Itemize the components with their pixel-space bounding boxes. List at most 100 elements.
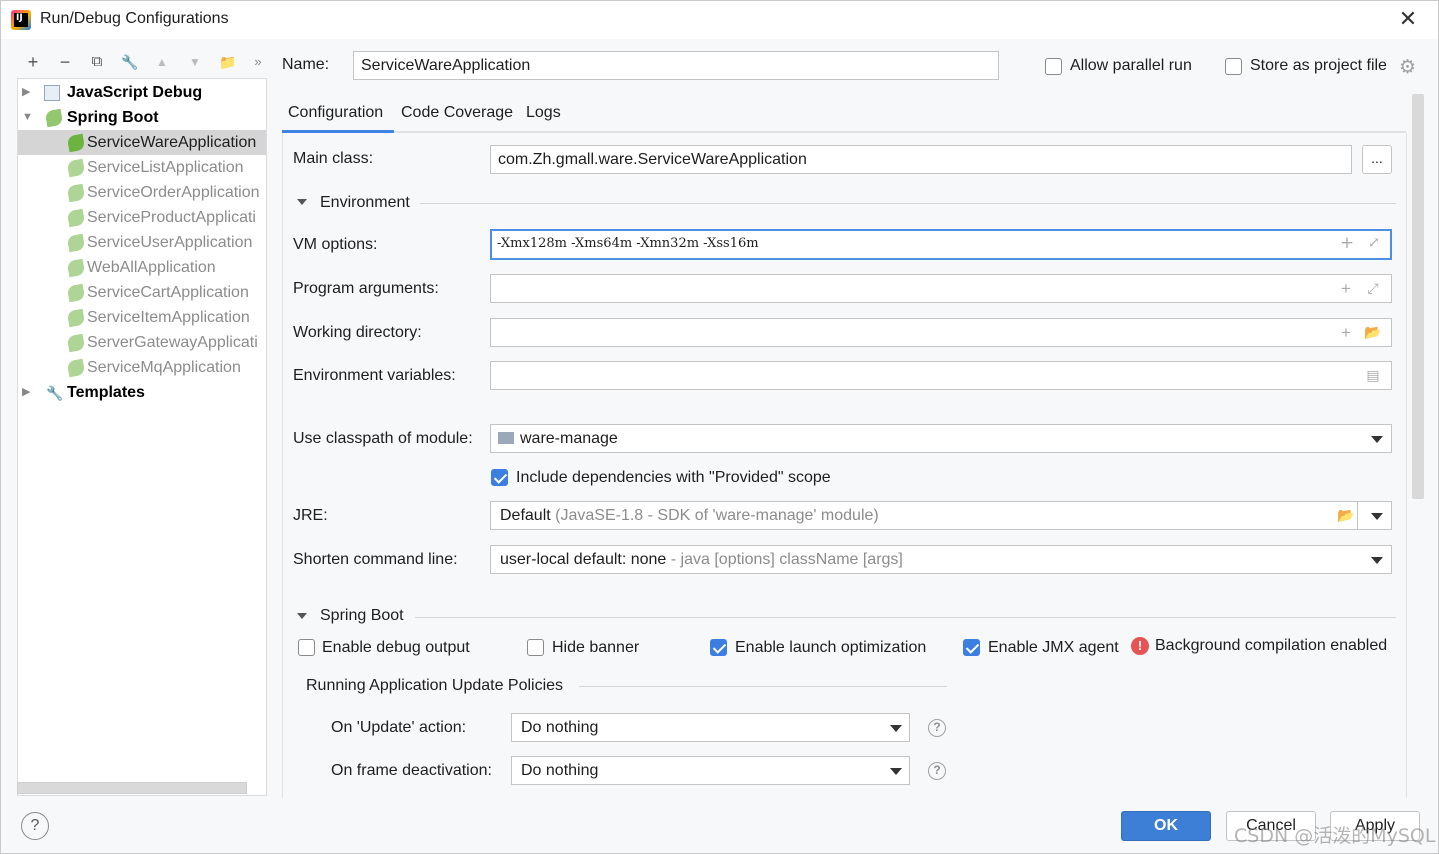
ok-button[interactable]: OK [1121,811,1211,841]
spring-boot-icon [44,108,64,128]
tree-group-spring-boot[interactable]: ▼ Spring Boot [18,105,266,130]
tree-item[interactable]: ServiceUserApplication [18,230,266,255]
tree-item[interactable]: ServiceItemApplication [18,305,266,330]
store-as-project-file-label: Store as project file [1250,57,1387,74]
chevron-down-icon[interactable] [1371,436,1383,443]
environment-separator [420,203,1396,204]
gear-icon[interactable]: ⚙ [1399,56,1416,79]
spring-boot-separator [415,617,1396,618]
tab-logs[interactable]: Logs [526,104,561,122]
tree-item[interactable]: ServiceProductApplicati [18,205,266,230]
module-folder-icon [498,432,514,444]
help-icon[interactable]: ? [928,719,946,737]
name-input[interactable]: ServiceWareApplication [353,51,999,80]
add-icon[interactable]: + [1338,231,1356,256]
enable-jmx-agent-label: Enable JMX agent [988,639,1119,656]
copy-configuration-icon[interactable]: ⧉ [85,49,109,75]
wrench-icon[interactable]: 🔧 [118,49,142,75]
expand-icon[interactable]: ⤢ [1365,231,1383,256]
chevron-down-icon[interactable] [890,768,902,775]
edit-list-icon[interactable]: ▤ [1364,362,1382,389]
environment-collapse-icon[interactable] [297,199,307,205]
spring-boot-app-icon [66,283,86,303]
move-up-icon[interactable]: ▲ [150,49,174,75]
spring-boot-app-icon [66,183,86,203]
spring-boot-collapse-icon[interactable] [297,613,307,619]
close-icon[interactable]: ✕ [1396,7,1420,31]
vm-options-value: -Xmx128m -Xms64m -Xmn32m -Xss16m [497,236,759,251]
tab-code-coverage[interactable]: Code Coverage [401,104,513,122]
chevron-down-icon[interactable] [890,725,902,732]
jre-label: JRE: [293,507,328,524]
error-icon: ! [1131,637,1149,655]
folder-icon[interactable]: 📂 [1364,319,1382,346]
tree-item[interactable]: ServiceWareApplication [18,130,266,155]
folder-icon[interactable]: 📂 [1337,502,1355,529]
shorten-command-line-dropdown[interactable]: user-local default: none - java [options… [490,545,1392,574]
help-icon[interactable]: ? [928,762,946,780]
tree-item-label: ServerGatewayApplicati [87,334,258,351]
enable-jmx-agent-checkbox[interactable] [963,639,980,656]
configuration-tree: ▶ JavaScript Debug ▼ Spring Boot Service… [17,78,267,796]
collapse-arrow-icon[interactable]: ▼ [22,105,34,130]
add-icon[interactable]: + [1337,319,1355,346]
tree-item-label: ServiceUserApplication [87,234,253,251]
jre-dropdown[interactable]: Default (JavaSE-1.8 - SDK of 'ware-manag… [490,501,1392,530]
update-policies-separator [579,686,947,687]
include-dependencies-label: Include dependencies with "Provided" sco… [516,469,831,486]
on-frame-deactivation-dropdown[interactable]: Do nothing [511,756,910,785]
shorten-command-line-label: Shorten command line: [293,551,458,568]
include-dependencies-checkbox[interactable] [491,469,508,486]
chevron-down-icon[interactable] [1371,513,1383,520]
vm-options-input[interactable]: -Xmx128m -Xms64m -Xmn32m -Xss16m + ⤢ [490,229,1392,260]
expand-arrow-icon[interactable]: ▶ [22,80,34,105]
remove-configuration-icon[interactable]: − [53,49,77,75]
tree-group-label: Spring Boot [67,109,159,126]
tree-group-templates[interactable]: ▶ 🔧 Templates [18,380,266,405]
working-directory-input[interactable]: + 📂 [490,318,1392,347]
spring-boot-section-title[interactable]: Spring Boot [320,607,404,625]
wrench-icon: 🔧 [46,385,64,401]
jre-detail: (JavaSE-1.8 - SDK of 'ware-manage' modul… [555,507,879,524]
enable-launch-optimization-checkbox[interactable] [710,639,727,656]
folder-add-icon[interactable]: 📁 [216,49,240,75]
background-compilation-label: Background compilation enabled [1155,637,1388,654]
hide-banner-checkbox[interactable] [527,639,544,656]
move-down-icon[interactable]: ▼ [183,49,207,75]
more-icon[interactable]: » [246,49,270,75]
environment-section-title[interactable]: Environment [320,194,410,212]
classpath-module-label: Use classpath of module: [293,430,473,447]
spring-boot-app-icon [66,358,86,378]
spring-boot-app-icon [66,258,86,278]
tree-group-javascript-debug[interactable]: ▶ JavaScript Debug [18,80,266,105]
expand-icon[interactable]: ⤢ [1364,275,1382,302]
tree-item[interactable]: ServerGatewayApplicati [18,330,266,355]
tree-item-label: ServiceProductApplicati [87,209,256,226]
classpath-module-dropdown[interactable]: ware-manage [490,424,1392,453]
expand-arrow-icon[interactable]: ▶ [22,380,34,405]
dropdown-divider [1357,502,1358,529]
tree-item[interactable]: ServiceCartApplication [18,280,266,305]
on-update-action-dropdown[interactable]: Do nothing [511,713,910,742]
store-as-project-file-checkbox[interactable] [1225,58,1242,75]
environment-variables-input[interactable]: ▤ [490,361,1392,390]
help-button[interactable]: ? [21,812,49,840]
main-class-input[interactable]: com.Zh.gmall.ware.ServiceWareApplication [490,145,1352,174]
add-configuration-icon[interactable]: + [21,49,45,75]
chevron-down-icon[interactable] [1371,557,1383,564]
spring-boot-app-icon [66,333,86,353]
tree-item[interactable]: ServiceOrderApplication [18,180,266,205]
vertical-scrollbar[interactable] [1412,94,1424,499]
tree-item[interactable]: ServiceListApplication [18,155,266,180]
add-icon[interactable]: + [1337,275,1355,302]
spring-boot-app-icon [66,233,86,253]
intellij-logo-icon: IJ [11,10,31,30]
tree-item[interactable]: ServiceMqApplication [18,355,266,380]
tab-configuration[interactable]: Configuration [288,104,383,122]
enable-debug-output-checkbox[interactable] [298,639,315,656]
tree-item[interactable]: WebAllApplication [18,255,266,280]
tree-horizontal-scrollbar[interactable] [17,782,247,794]
program-arguments-input[interactable]: + ⤢ [490,274,1392,303]
browse-main-class-button[interactable]: ... [1362,145,1392,174]
allow-parallel-run-checkbox[interactable] [1045,58,1062,75]
